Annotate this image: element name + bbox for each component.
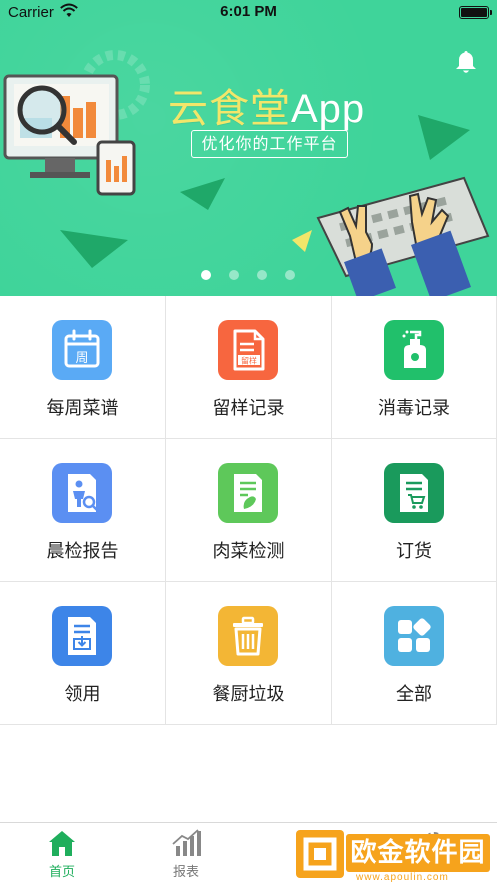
tab-label: 首页 <box>48 865 75 880</box>
home-icon <box>49 831 75 856</box>
banner-title-app: App <box>291 87 366 131</box>
grid-item-disinfection-record[interactable]: 消毒记录 <box>332 296 497 439</box>
grid-item-meat-veg-test[interactable]: 肉菜检测 <box>166 439 332 582</box>
banner-subtitle: 优化你的工作平台 <box>191 130 348 158</box>
clock: 6:01 PM <box>220 3 277 20</box>
banner-carousel[interactable]: Carrier 6:01 PM 云食堂App 优化你的工作平台 <box>0 0 497 296</box>
sample-doc-icon-text: 留样 <box>241 356 257 366</box>
status-bar: Carrier 6:01 PM <box>0 0 497 26</box>
cart-doc-icon <box>384 463 444 523</box>
calendar-icon: 周 <box>52 320 112 380</box>
watermark-logo: 欧金软件园 www.apoulin.com <box>296 826 493 883</box>
banner-title: 云食堂App <box>168 76 365 134</box>
watermark-text: 欧金软件园 <box>346 834 490 872</box>
carousel-dot[interactable] <box>201 270 211 280</box>
grid-item-label: 每周菜谱 <box>46 398 119 419</box>
watermark-logo-mark <box>296 830 344 878</box>
carousel-dot[interactable] <box>257 270 267 280</box>
calendar-icon-text: 周 <box>75 351 88 366</box>
trash-icon <box>218 606 278 666</box>
grid-item-all[interactable]: 全部 <box>332 582 497 725</box>
grid-item-label: 餐厨垃圾 <box>212 684 285 705</box>
grid-item-requisition[interactable]: 领用 <box>0 582 166 725</box>
sanitizer-bottle-icon <box>384 320 444 380</box>
grid-item-label: 肉菜检测 <box>212 541 285 562</box>
grid-item-label: 领用 <box>64 684 101 705</box>
bell-icon[interactable] <box>452 48 480 76</box>
all-apps-icon <box>384 606 444 666</box>
grid-item-label: 晨检报告 <box>46 541 119 562</box>
grid-item-label: 全部 <box>396 684 432 705</box>
tab-reports[interactable]: 报表 <box>124 823 248 883</box>
grid-item-kitchen-waste[interactable]: 餐厨垃圾 <box>166 582 332 725</box>
carousel-dot[interactable] <box>229 270 239 280</box>
person-report-icon <box>52 463 112 523</box>
carousel-dot[interactable] <box>285 270 295 280</box>
tab-label: 报表 <box>172 865 199 880</box>
watermark-url: www.apoulin.com <box>356 872 449 883</box>
tab-home[interactable]: 首页 <box>0 823 124 883</box>
grid-item-label: 消毒记录 <box>378 398 450 419</box>
chart-icon <box>172 829 201 856</box>
vegetable-doc-icon <box>218 463 278 523</box>
banner-title-main: 云食堂 <box>168 87 291 131</box>
receive-doc-icon <box>52 606 112 666</box>
sample-doc-icon: 留样 <box>218 320 278 380</box>
grid-item-sample-record[interactable]: 留样 留样记录 <box>166 296 332 439</box>
feature-grid: 周 每周菜谱 留样 留样记录 消毒记录 晨检报告 肉菜检测 订货 领用 餐厨垃圾… <box>0 296 497 726</box>
grid-item-weekly-menu[interactable]: 周 每周菜谱 <box>0 296 166 439</box>
grid-item-morning-check[interactable]: 晨检报告 <box>0 439 166 582</box>
grid-item-label: 订货 <box>396 541 432 562</box>
grid-item-label: 留样记录 <box>212 398 285 419</box>
grid-item-order[interactable]: 订货 <box>332 439 497 582</box>
battery-icon <box>459 6 492 19</box>
